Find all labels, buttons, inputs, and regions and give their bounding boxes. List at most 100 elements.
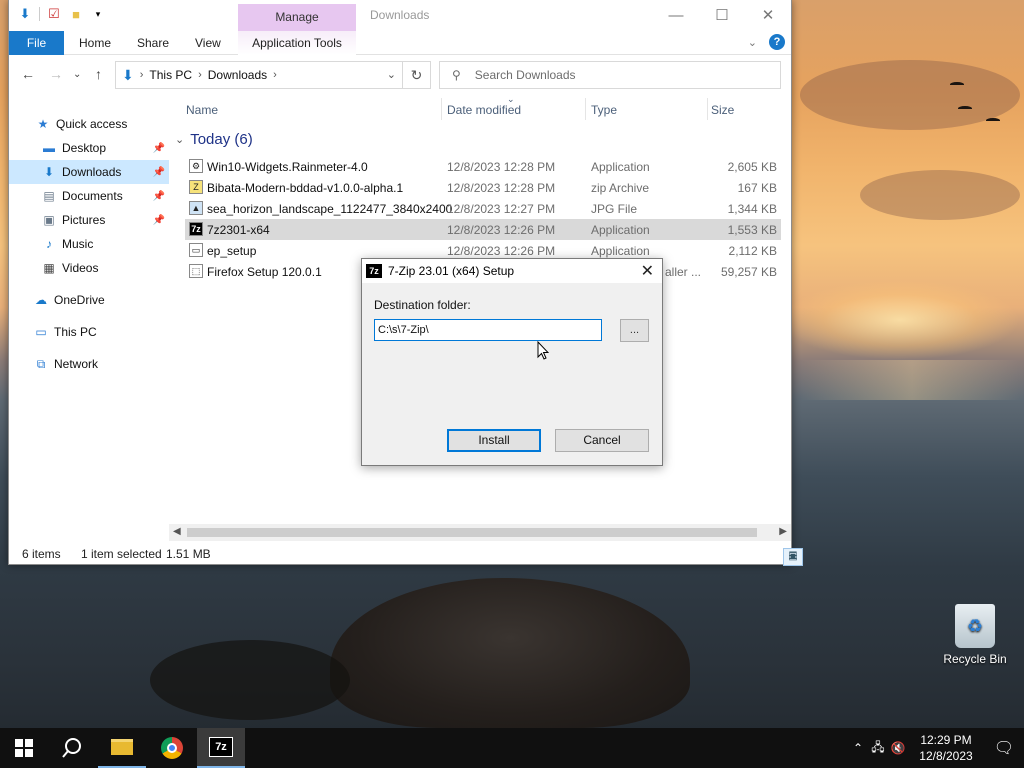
column-divider[interactable] [441, 98, 442, 120]
taskbar-search-button[interactable] [48, 728, 96, 768]
recycle-bin-icon: ♻ [955, 604, 995, 648]
qat-dropdown-icon[interactable]: ▾ [90, 6, 106, 22]
table-row[interactable]: Z Bibata-Modern-bddad-v1.0.0-alpha.1 12/… [185, 177, 781, 198]
pin-icon: 📌 [152, 166, 165, 178]
help-icon[interactable]: ? [769, 34, 785, 50]
tab-application-tools[interactable]: Application Tools [238, 31, 356, 55]
zip-archive-icon: Z [189, 180, 203, 194]
close-button[interactable]: ✕ [745, 0, 791, 30]
chevron-down-icon[interactable]: ⌄ [175, 133, 184, 146]
sidebar-item-videos[interactable]: ▦ Videos [9, 256, 169, 280]
chevron-right-icon[interactable]: › [140, 69, 144, 81]
wallpaper-rock [150, 640, 350, 720]
qat-divider [39, 7, 40, 21]
taskbar-chrome[interactable] [148, 728, 196, 768]
breadcrumb-this-pc[interactable]: This PC [149, 68, 192, 82]
table-row-selected[interactable]: 7z 7z2301-x64 12/8/2023 12:26 PM Applica… [185, 219, 781, 240]
scrollbar-thumb[interactable] [187, 528, 757, 537]
tab-home[interactable]: Home [79, 31, 111, 55]
mouse-cursor-icon [537, 340, 550, 364]
sidebar-item-desktop[interactable]: ▬ Desktop 📌 [9, 136, 169, 160]
column-header-type[interactable]: Type [591, 103, 617, 117]
search-box[interactable]: ⚲ Search Downloads [439, 61, 781, 89]
tab-manage[interactable]: Manage [238, 4, 356, 31]
search-icon [62, 738, 81, 758]
maximize-button[interactable]: ☐ [699, 0, 745, 30]
chevron-up-icon[interactable]: ⌃ [848, 741, 868, 755]
expand-ribbon-icon[interactable]: ⌄ [748, 36, 757, 49]
navigation-bar: ← → ⌄ ↑ ⬇ › This PC › Downloads › ⌄ ↻ ⚲ … [9, 56, 791, 94]
sidebar-item-label: Desktop [62, 141, 107, 155]
back-arrow-icon[interactable]: ← [21, 66, 35, 82]
7zip-app-icon: 7z [366, 264, 382, 278]
install-button[interactable]: Install [447, 429, 541, 452]
column-header-size[interactable]: Size [711, 103, 734, 117]
sidebar-item-quick-access[interactable]: ★ Quick access [9, 112, 169, 136]
address-bar[interactable]: ⬇ › This PC › Downloads › ⌄ ↻ [115, 61, 431, 89]
star-icon: ★ [37, 117, 49, 131]
window-title: Downloads [370, 8, 430, 22]
network-icon[interactable]: 🖧 [868, 738, 888, 759]
new-folder-icon[interactable]: ■ [68, 6, 84, 22]
group-header-today[interactable]: ⌄ Today (6) [175, 131, 253, 148]
properties-icon[interactable]: ☑ [46, 6, 62, 22]
chevron-right-icon[interactable]: › [273, 69, 277, 81]
tab-share[interactable]: Share [137, 31, 169, 55]
explorer-titlebar: ⬇ ☑ ■ ▾ Manage Downloads — ☐ ✕ [9, 0, 791, 31]
table-row[interactable]: ▲ sea_horizon_landscape_1122477_3840x240… [185, 198, 781, 219]
sidebar-item-pictures[interactable]: ▣ Pictures 📌 [9, 208, 169, 232]
file-name: Bibata-Modern-bddad-v1.0.0-alpha.1 [207, 181, 404, 195]
status-size: 1.51 MB [166, 547, 211, 561]
forward-arrow-icon[interactable]: → [49, 66, 63, 82]
tab-view[interactable]: View [195, 31, 221, 55]
download-arrow-icon[interactable]: ⬇ [17, 6, 33, 22]
network-icon: ⧉ [36, 356, 46, 371]
dialog-close-icon[interactable]: ✕ [641, 261, 654, 281]
scroll-right-icon[interactable]: ▶ [779, 526, 787, 537]
file-type: Application [591, 160, 650, 174]
large-icons-view-icon[interactable]: ▣ [783, 548, 803, 566]
cancel-button[interactable]: Cancel [555, 429, 649, 452]
taskbar: 7z ⌃ 🖧 🔇 12:29 PM 12/8/2023 🗨 [0, 728, 1024, 768]
breadcrumb-downloads[interactable]: Downloads [208, 68, 267, 82]
recent-locations-icon[interactable]: ⌄ [73, 69, 81, 80]
address-dropdown-icon[interactable]: ⌄ [387, 68, 396, 81]
column-divider[interactable] [585, 98, 586, 120]
sidebar-item-label: OneDrive [54, 293, 105, 307]
volume-muted-icon[interactable]: 🔇 [888, 741, 908, 755]
column-header-date[interactable]: Date modified [447, 103, 521, 117]
download-arrow-icon: ⬇ [43, 165, 55, 179]
destination-folder-input[interactable] [374, 319, 602, 341]
sidebar-item-onedrive[interactable]: ☁ OneDrive [9, 288, 169, 312]
taskbar-7zip[interactable]: 7z [197, 728, 245, 768]
taskbar-file-explorer[interactable] [98, 728, 146, 768]
scroll-left-icon[interactable]: ◀ [173, 526, 181, 537]
minimize-button[interactable]: — [653, 0, 699, 30]
sidebar-item-network[interactable]: ⧉ Network [9, 352, 169, 376]
clock[interactable]: 12:29 PM 12/8/2023 [908, 732, 984, 764]
search-input[interactable]: Search Downloads [475, 68, 576, 82]
column-header-name[interactable]: Name [186, 103, 218, 117]
sidebar-item-documents[interactable]: ▤ Documents 📌 [9, 184, 169, 208]
browse-button[interactable]: ... [620, 319, 649, 342]
sidebar-item-this-pc[interactable]: ▭ This PC [9, 320, 169, 344]
sidebar-item-downloads[interactable]: ⬇ Downloads 📌 [9, 160, 169, 184]
sidebar-item-label: Documents [62, 189, 123, 203]
start-button[interactable] [0, 728, 48, 768]
computer-icon: ▭ [35, 325, 47, 339]
status-selection: 1 item selected [81, 547, 162, 561]
navigation-pane: ★ Quick access ▬ Desktop 📌 ⬇ Downloads 📌… [9, 108, 169, 538]
column-divider[interactable] [707, 98, 708, 120]
horizontal-scrollbar[interactable]: ◀ ▶ [169, 524, 791, 541]
up-arrow-icon[interactable]: ↑ [95, 66, 102, 82]
tab-file[interactable]: File [9, 31, 64, 55]
sidebar-item-music[interactable]: ♪ Music [9, 232, 169, 256]
chevron-right-icon[interactable]: › [198, 69, 202, 81]
recycle-bin-desktop-icon[interactable]: ♻ Recycle Bin [940, 604, 1010, 666]
group-label: Today (6) [190, 131, 253, 148]
file-name: Firefox Setup 120.0.1 [207, 265, 322, 279]
refresh-icon[interactable]: ↻ [402, 62, 430, 88]
window-controls: — ☐ ✕ [653, 0, 791, 30]
table-row[interactable]: ⚙ Win10-Widgets.Rainmeter-4.0 12/8/2023 … [185, 156, 781, 177]
notification-center-icon[interactable]: 🗨 [984, 728, 1024, 768]
